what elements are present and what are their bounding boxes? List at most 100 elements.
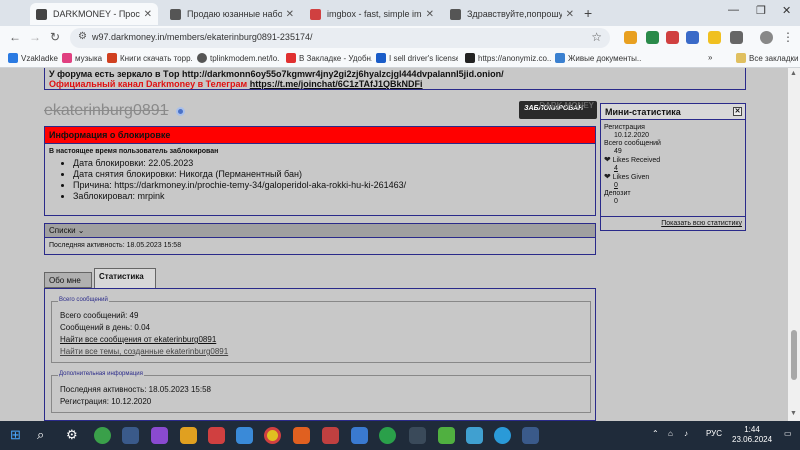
forward-button[interactable]: → xyxy=(29,30,41,44)
close-icon[interactable]: ✕ xyxy=(286,9,294,20)
tab-about-me[interactable]: Обо мне xyxy=(44,272,92,288)
tab-ban-request[interactable]: Здравствуйте,попрошу забан ✕ xyxy=(444,3,580,25)
restore-button[interactable]: ❐ xyxy=(756,4,766,17)
bookmark-item[interactable]: tplinkmodem.net/lo... xyxy=(197,53,279,63)
heart-icon: ❤ xyxy=(604,172,611,181)
bookmarks-bar: Vzakladke музыка Книги скачать торр... t… xyxy=(0,50,800,68)
clock[interactable]: 1:44 23.06.2024 xyxy=(732,425,772,445)
bookmark-star-icon[interactable]: ☆ xyxy=(591,30,602,44)
network-icon[interactable]: ⌂ xyxy=(668,429,673,438)
utorrent-icon[interactable] xyxy=(379,427,396,444)
telegram-notice: Официальный канал Darkmoney в Телеграм h… xyxy=(49,79,423,89)
close-icon[interactable]: ✕ xyxy=(144,9,152,20)
bookmark-icon xyxy=(376,53,386,63)
app-icon[interactable] xyxy=(208,427,225,444)
new-tab-button[interactable]: + xyxy=(584,5,592,21)
windows-start-icon[interactable]: ⊞ xyxy=(10,427,21,443)
translate-icon[interactable] xyxy=(686,31,699,44)
tab-selling-kits[interactable]: Продаю юзанные наборы ре ✕ xyxy=(164,3,300,25)
bookmark-item[interactable]: https://anonymiz.co... xyxy=(465,53,551,63)
app-icon[interactable] xyxy=(180,427,197,444)
collapse-icon[interactable]: ✕ xyxy=(733,107,742,116)
posts-value: 49 xyxy=(614,148,622,155)
volume-icon[interactable]: ♪ xyxy=(684,429,688,438)
ban-info-header: Информация о блокировке xyxy=(45,127,595,144)
deposit-value: 0 xyxy=(614,198,618,205)
ukraine-flag-icon[interactable] xyxy=(708,31,721,44)
bookmark-item[interactable]: В Закладке - Удобн... xyxy=(286,53,372,63)
likes-received-value[interactable]: 4 xyxy=(614,165,745,173)
show-all-stats-link[interactable]: Показать всю статистику xyxy=(661,220,742,227)
bookmark-icon xyxy=(465,53,475,63)
back-button[interactable]: ← xyxy=(9,30,21,44)
app-icon[interactable] xyxy=(322,427,339,444)
bookmark-icon xyxy=(286,53,296,63)
browser-tab-strip: DARKMONEY - Просмотр проф ✕ Продаю юзанн… xyxy=(0,0,800,26)
tab-title: imgbox - fast, simple image ho xyxy=(327,9,422,19)
bookmarks-overflow-icon[interactable]: » xyxy=(708,53,712,62)
app-icon[interactable] xyxy=(236,427,253,444)
likes-given-value[interactable]: 0 xyxy=(614,182,745,190)
close-icon[interactable]: ✕ xyxy=(426,9,434,20)
app-icon[interactable] xyxy=(351,427,368,444)
search-icon[interactable]: ⌕ xyxy=(37,427,44,443)
bookmark-item[interactable]: Живые документы... xyxy=(555,53,641,63)
online-status-icon xyxy=(176,107,185,116)
app-icon[interactable] xyxy=(466,427,483,444)
likes-received-label: Likes Received xyxy=(612,157,661,164)
bookmark-label: tplinkmodem.net/lo... xyxy=(210,53,279,63)
bookmark-label: https://anonymiz.co... xyxy=(478,53,551,63)
language-indicator[interactable]: РУС xyxy=(706,429,722,438)
minimize-button[interactable]: — xyxy=(728,4,739,16)
scroll-down-icon[interactable]: ▼ xyxy=(790,410,797,417)
browser-menu-icon[interactable]: ⋮ xyxy=(782,30,794,44)
extension-icon[interactable] xyxy=(624,31,637,44)
app-icon[interactable] xyxy=(438,427,455,444)
close-icon[interactable]: ✕ xyxy=(566,9,574,20)
page-scrollbar[interactable]: ▲ ▼ xyxy=(788,68,800,421)
site-info-icon[interactable]: ⚙ xyxy=(78,31,87,42)
chevron-down-icon[interactable]: ⌄ xyxy=(78,226,85,235)
posts-label: Всего сообщений xyxy=(604,140,661,147)
app-icon[interactable] xyxy=(522,427,539,444)
settings-icon[interactable]: ⚙ xyxy=(66,427,78,443)
tab-darkmoney[interactable]: DARKMONEY - Просмотр проф ✕ xyxy=(30,3,158,25)
app-icon[interactable] xyxy=(409,427,426,444)
profile-avatar-icon[interactable] xyxy=(760,31,773,44)
telegram-icon[interactable] xyxy=(494,427,511,444)
telegram-link[interactable]: https://t.me/joinchat/6C1zTAfJ1QBkNDFi xyxy=(250,79,423,89)
close-window-button[interactable]: ✕ xyxy=(782,4,791,17)
bookmark-item[interactable]: Книги скачать торр... xyxy=(107,53,193,63)
find-threads-link[interactable]: Найти все темы, созданные ekaterinburg08… xyxy=(60,347,228,356)
chrome-icon[interactable] xyxy=(264,427,281,444)
lists-header[interactable]: Списки ⌄ xyxy=(45,224,595,238)
all-bookmarks-button[interactable]: Все закладки xyxy=(736,53,798,63)
bookmark-item[interactable]: Vzakladke xyxy=(8,53,60,63)
tab-imgbox[interactable]: imgbox - fast, simple image ho ✕ xyxy=(304,3,440,25)
scroll-up-icon[interactable]: ▲ xyxy=(790,70,797,77)
tab-statistics[interactable]: Статистика xyxy=(94,268,156,288)
app-icon[interactable] xyxy=(122,427,139,444)
address-bar[interactable]: ⚙ w97.darkmoney.in/members/ekaterinburg0… xyxy=(70,28,610,48)
find-posts-link[interactable]: Найти все сообщения от ekaterinburg0891 xyxy=(60,335,216,344)
registration-label: Регистрация xyxy=(604,124,645,131)
bookmark-item[interactable]: I sell driver's license... xyxy=(376,53,458,63)
mini-stats-box: Мини-статистика ✕ Регистрация 10.12.2020… xyxy=(600,103,746,231)
gmail-icon[interactable] xyxy=(666,31,679,44)
bookmark-icon xyxy=(107,53,117,63)
scrollbar-thumb[interactable] xyxy=(791,330,797,380)
app-icon[interactable] xyxy=(151,427,168,444)
extensions-puzzle-icon[interactable] xyxy=(730,31,743,44)
extension-icon[interactable] xyxy=(646,31,659,44)
bookmark-item[interactable]: музыка xyxy=(62,53,102,63)
tray-overflow-icon[interactable]: ⌃ xyxy=(652,429,659,438)
bookmark-icon xyxy=(555,53,565,63)
reload-button[interactable]: ↻ xyxy=(50,30,60,44)
forum-favicon-icon xyxy=(450,8,461,20)
app-icon[interactable] xyxy=(94,427,111,444)
brave-icon[interactable] xyxy=(293,427,310,444)
bookmark-label: Vzakladke xyxy=(21,53,58,63)
statistics-panel: Всего сообщений Всего сообщений: 49 Сооб… xyxy=(44,288,596,421)
profile-username: ekaterinburg0891 xyxy=(44,102,169,119)
notifications-icon[interactable]: ▭ xyxy=(784,429,792,438)
